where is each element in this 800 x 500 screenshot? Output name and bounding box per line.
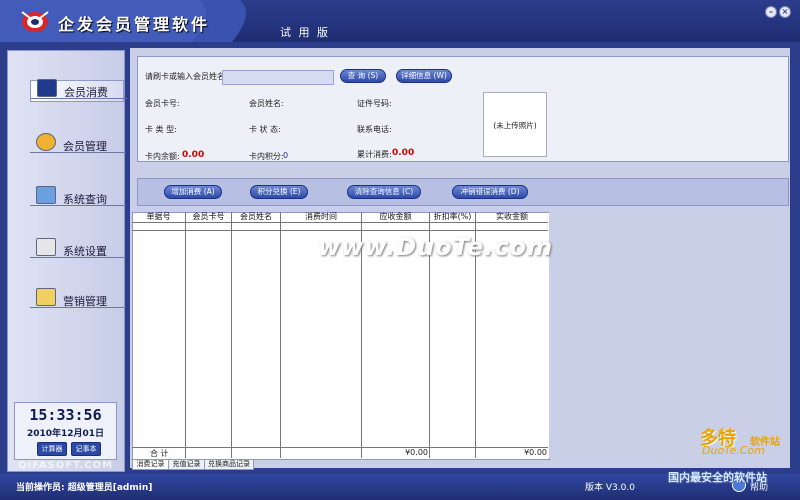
column-header-discount[interactable]: 折扣率(%) — [430, 212, 475, 222]
slogan-watermark: 国内最安全的软件站 — [668, 471, 767, 484]
total-received: ¥0.00 — [524, 448, 547, 457]
logo-icon — [21, 11, 49, 32]
query-button[interactable]: 查 询 (S) — [340, 69, 386, 83]
column-divider — [280, 212, 281, 458]
card-number-label: 会员卡号: — [145, 99, 180, 108]
minimize-icon[interactable]: – — [765, 6, 777, 18]
header-separator — [132, 222, 548, 223]
column-header-member-name[interactable]: 会员姓名 — [232, 212, 280, 222]
balance-value: 0.00 — [182, 150, 205, 160]
sidebar-item-member-manage[interactable]: 会员管理 — [30, 133, 126, 155]
column-header-bill-no[interactable]: 单据号 — [132, 212, 185, 222]
points-exchange-button[interactable]: 积分兑换 (E) — [250, 185, 308, 199]
card-type-label: 卡 类 型: — [145, 125, 177, 134]
trial-version-label: 试 用 版 — [280, 26, 330, 39]
points-label: 卡内积分: — [249, 152, 284, 161]
current-operator: 当前操作员: 超级管理员[admin] — [16, 483, 153, 493]
total-spent-value: 0.00 — [392, 148, 415, 158]
detail-button[interactable]: 详细信息 (W) — [396, 69, 452, 83]
reverse-error-button[interactable]: 冲销错误消费 (D) — [452, 185, 528, 199]
column-divider — [231, 212, 232, 458]
table-side-panel — [549, 212, 789, 458]
search-label: 请刷卡或输入会员姓名: — [145, 72, 228, 81]
total-spent-label: 累计消费: — [357, 150, 392, 159]
member-name-label: 会员姓名: — [249, 99, 284, 108]
settings-icon — [36, 238, 56, 256]
total-receivable: ¥0.00 — [405, 448, 428, 457]
url-watermark: DuoTe.Com — [702, 444, 765, 457]
marketing-icon — [36, 288, 56, 306]
points-value: 0 — [283, 151, 289, 160]
query-icon — [36, 186, 56, 204]
column-header-received[interactable]: 实收金额 — [476, 212, 548, 222]
total-label: 合 计 — [150, 449, 169, 458]
photo-placeholder-label: (未上传照片) — [493, 121, 537, 130]
column-header-receivable[interactable]: 应收金额 — [362, 212, 429, 222]
close-icon[interactable]: × — [779, 6, 791, 18]
add-consume-button[interactable]: 增加消费 (A) — [164, 185, 222, 199]
tab-recharge-records[interactable]: 充值记录 — [168, 459, 205, 470]
tab-exchange-records[interactable]: 兑换商品记录 — [204, 459, 254, 470]
clock-time: 15:33:56 — [29, 406, 102, 424]
calculator-button[interactable]: 计算器 — [37, 442, 67, 456]
clear-query-button[interactable]: 清除查询信息 (C) — [347, 185, 421, 199]
notepad-button[interactable]: 记事本 — [71, 442, 101, 456]
app-title: 企发会员管理软件 — [58, 15, 211, 34]
column-header-consume-time[interactable]: 消费时间 — [281, 212, 361, 222]
version-label: 版本 V3.0.0 — [585, 483, 635, 493]
card-status-label: 卡 状 态: — [249, 125, 281, 134]
clock-date: 2010年12月01日 — [26, 429, 105, 439]
sidebar-item-system-query[interactable]: 系统查询 — [30, 186, 126, 208]
phone-label: 联系电话: — [357, 125, 392, 134]
id-number-label: 证件号码: — [357, 99, 392, 108]
sidebar-item-system-settings[interactable]: 系统设置 — [30, 238, 126, 260]
member-icon — [36, 133, 56, 151]
sidebar-item-marketing[interactable]: 营销管理 — [30, 288, 126, 310]
sidebar-item-member-consume[interactable]: 会员消费 — [30, 79, 127, 102]
monitor-icon — [37, 79, 57, 97]
tab-consume-records[interactable]: 消费记录 — [132, 459, 169, 470]
column-header-card-no[interactable]: 会员卡号 — [186, 212, 231, 222]
clock-panel: 15:33:56 2010年12月01日 计算器 记事本 — [14, 402, 117, 460]
column-divider — [185, 212, 186, 458]
row-separator — [132, 230, 548, 231]
center-watermark: www.DuoTe.com — [318, 233, 553, 261]
search-input[interactable] — [222, 70, 334, 85]
site-watermark: QIFASOFT.COM — [18, 460, 114, 471]
member-photo: (未上传照片) — [483, 92, 547, 157]
balance-label: 卡内余额: — [145, 152, 180, 161]
